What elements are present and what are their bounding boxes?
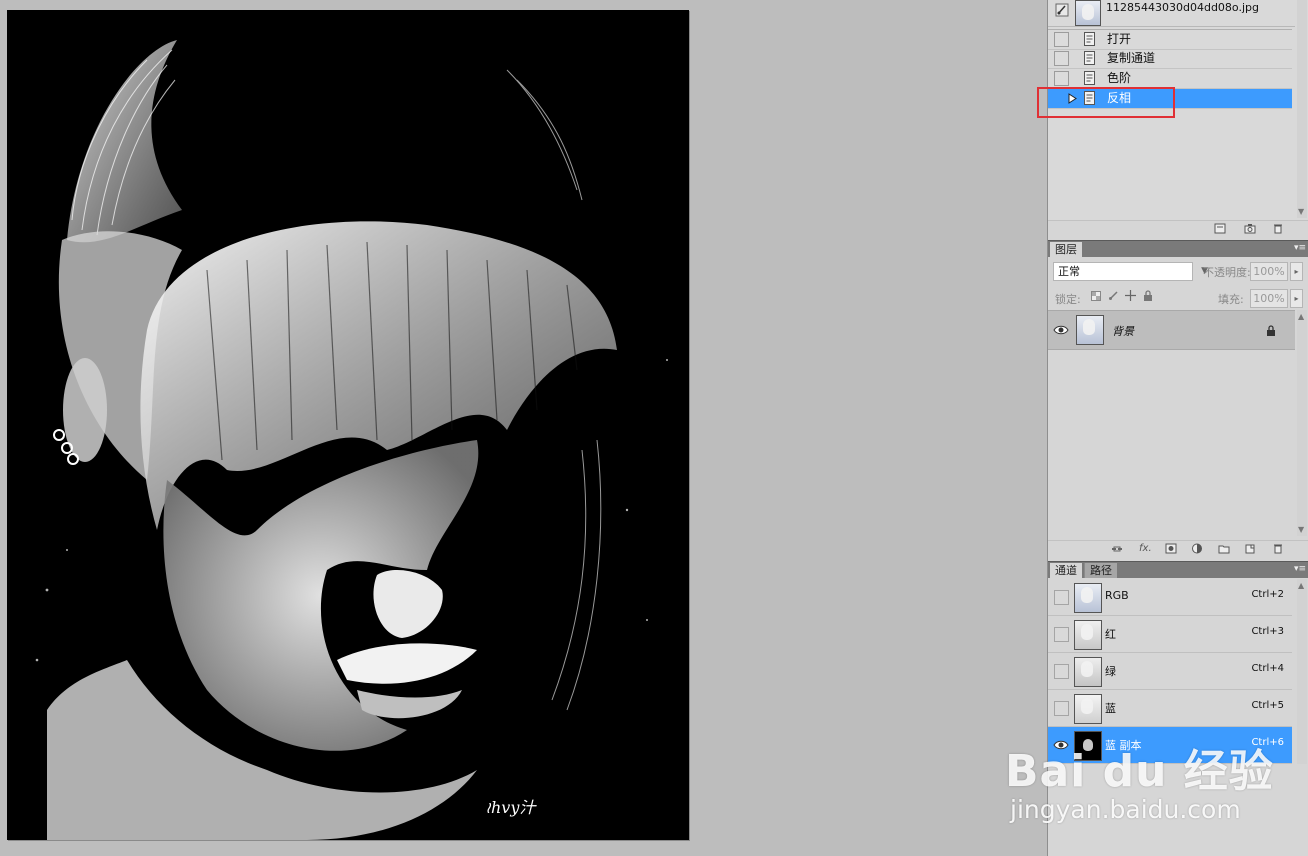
history-state-icon: [1084, 71, 1095, 85]
layers-tabbar: 图层 ▾≡: [1048, 240, 1308, 257]
fill-slider-arrow-icon[interactable]: ▸: [1290, 289, 1303, 308]
layer-row-background[interactable]: 背景: [1048, 310, 1295, 350]
lock-position-move-icon[interactable]: [1125, 290, 1136, 301]
history-panel: 11285443030d04dd08o.jpg 打开 复制通道 色阶 反相 ▼: [1037, 0, 1308, 237]
trash-icon[interactable]: [1272, 223, 1284, 234]
history-snapshot-row[interactable]: 11285443030d04dd08o.jpg: [1048, 0, 1295, 27]
channel-name: 蓝: [1105, 702, 1116, 715]
camera-snapshot-icon[interactable]: [1244, 223, 1256, 234]
layer-name: 背景: [1112, 325, 1134, 338]
history-state-icon: [1084, 51, 1095, 65]
fill-label: 填充:: [1218, 293, 1244, 306]
trash-icon[interactable]: [1272, 543, 1284, 554]
add-mask-icon[interactable]: [1165, 543, 1177, 554]
channels-tabbar: 通道 路径 ▾≡: [1048, 561, 1308, 578]
history-source-checkbox[interactable]: [1054, 32, 1069, 47]
channel-visibility-toggle[interactable]: [1054, 590, 1069, 605]
inverted-portrait-image: ≀hvy汁: [7, 10, 689, 840]
canvas-workspace[interactable]: ≀hvy汁: [0, 0, 1047, 856]
channel-row-rgb[interactable]: RGB Ctrl+2: [1048, 579, 1292, 616]
fill-input[interactable]: 100%: [1250, 289, 1288, 308]
channel-row-blue[interactable]: 蓝 Ctrl+5: [1048, 690, 1292, 727]
channel-row-red[interactable]: 红 Ctrl+3: [1048, 616, 1292, 653]
channel-thumbnail: [1074, 583, 1102, 613]
channel-thumbnail: [1074, 731, 1102, 761]
snapshot-thumbnail: [1075, 0, 1101, 26]
channel-name: 蓝 副本: [1105, 739, 1142, 752]
channel-shortcut: Ctrl+6: [1251, 737, 1284, 748]
panel-menu-icon[interactable]: ▾≡: [1294, 564, 1306, 574]
lock-all-icon[interactable]: [1143, 290, 1153, 301]
scroll-down-icon[interactable]: ▼: [1298, 525, 1304, 534]
document-canvas[interactable]: ≀hvy汁: [7, 10, 689, 840]
new-layer-icon[interactable]: [1244, 543, 1256, 554]
channel-visibility-toggle[interactable]: [1054, 701, 1069, 716]
channels-panel: 通道 路径 ▾≡ RGB Ctrl+2 红 Ctrl+3 绿 Ctrl+4 蓝 …: [1048, 561, 1308, 856]
opacity-slider-arrow-icon[interactable]: ▸: [1290, 262, 1303, 281]
history-scrollbar[interactable]: ▼: [1297, 0, 1307, 218]
history-panel-footer: [1048, 220, 1308, 237]
channel-thumbnail: [1074, 657, 1102, 687]
history-item-label: 复制通道: [1107, 51, 1156, 65]
tab-layers[interactable]: 图层: [1050, 242, 1082, 257]
layer-thumbnail: [1076, 315, 1104, 345]
channel-name: RGB: [1105, 589, 1129, 602]
link-layers-icon[interactable]: [1111, 543, 1123, 554]
channel-shortcut: Ctrl+3: [1251, 626, 1284, 637]
history-source-checkbox[interactable]: [1054, 51, 1069, 66]
history-state-icon: [1084, 32, 1095, 46]
scroll-up-icon[interactable]: ▲: [1298, 312, 1304, 321]
eye-icon[interactable]: [1053, 322, 1069, 338]
history-item-label: 色阶: [1107, 71, 1132, 85]
opacity-label: 不透明度:: [1203, 266, 1251, 279]
history-source-checkbox[interactable]: [1054, 71, 1069, 86]
channel-visibility-toggle[interactable]: [1054, 664, 1069, 679]
layers-scrollbar[interactable]: ▲ ▼: [1297, 310, 1307, 536]
channel-thumbnail: [1074, 620, 1102, 650]
layers-panel-footer: fx.: [1048, 540, 1308, 557]
signature: ≀hvy汁: [485, 798, 537, 817]
scroll-down-icon[interactable]: ▼: [1298, 207, 1304, 216]
blend-mode-select[interactable]: 正常 ▼: [1053, 262, 1208, 281]
highlight-annotation-box: [1037, 87, 1175, 118]
lock-transparency-icon[interactable]: [1091, 291, 1101, 301]
channel-row-green[interactable]: 绿 Ctrl+4: [1048, 653, 1292, 690]
tab-channels[interactable]: 通道: [1050, 563, 1082, 578]
tab-paths[interactable]: 路径: [1084, 563, 1117, 578]
channel-name: 绿: [1105, 665, 1116, 678]
channel-shortcut: Ctrl+2: [1251, 589, 1284, 600]
channel-shortcut: Ctrl+5: [1251, 700, 1284, 711]
history-item-label: 打开: [1107, 32, 1132, 46]
snapshot-name: 11285443030d04dd08o.jpg: [1106, 1, 1259, 14]
new-document-from-state-icon[interactable]: [1214, 223, 1226, 234]
opacity-input[interactable]: 100%: [1250, 262, 1288, 281]
history-brush-icon[interactable]: [1055, 3, 1069, 17]
scroll-up-icon[interactable]: ▲: [1298, 581, 1304, 590]
channel-row-blue-copy[interactable]: 蓝 副本 Ctrl+6: [1048, 727, 1292, 764]
history-item-open[interactable]: 打开: [1048, 29, 1292, 50]
panel-menu-icon[interactable]: ▾≡: [1294, 243, 1306, 253]
blend-mode-value: 正常: [1058, 265, 1080, 278]
lock-pixels-brush-icon[interactable]: [1108, 290, 1119, 301]
right-panel-dock: 11285443030d04dd08o.jpg 打开 复制通道 色阶 反相 ▼ …: [1037, 0, 1308, 856]
history-item-levels[interactable]: 色阶: [1048, 69, 1292, 89]
adjustment-layer-icon[interactable]: [1191, 543, 1203, 554]
channels-scrollbar[interactable]: ▲: [1297, 579, 1307, 764]
channel-name: 红: [1105, 628, 1116, 641]
lock-icon: [1267, 325, 1275, 336]
eye-icon[interactable]: [1053, 737, 1069, 753]
lock-label: 锁定:: [1055, 293, 1081, 306]
new-group-folder-icon[interactable]: [1218, 543, 1230, 554]
channel-shortcut: Ctrl+4: [1251, 663, 1284, 674]
channel-visibility-toggle[interactable]: [1054, 627, 1069, 642]
channel-thumbnail: [1074, 694, 1102, 724]
layer-style-fx-icon[interactable]: fx.: [1139, 543, 1152, 554]
history-item-duplicate-channel[interactable]: 复制通道: [1048, 49, 1292, 69]
layers-panel: 图层 ▾≡ 正常 ▼ 不透明度: 100% ▸ 锁定: 填充: 100% ▸ 背…: [1048, 240, 1308, 558]
